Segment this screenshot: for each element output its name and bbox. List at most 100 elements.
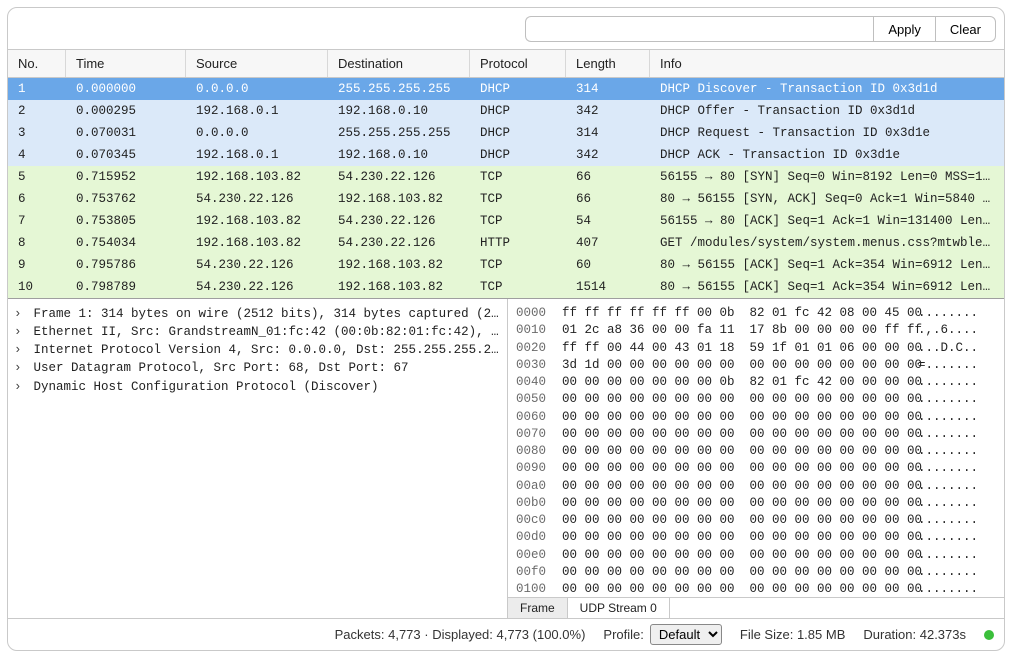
hex-row[interactable]: 00b000 00 00 00 00 00 00 00 00 00 00 00 …: [508, 495, 1004, 512]
packet-cell-time: 0.753805: [66, 210, 186, 232]
hex-ascii: ........: [906, 443, 978, 460]
packet-list: No. Time Source Destination Protocol Len…: [8, 50, 1004, 299]
packet-cell-no: 10: [8, 276, 66, 298]
hex-bytes: 00 00 00 00 00 00 00 00 00 00 00 00 00 0…: [562, 529, 906, 546]
packet-cell-src: 192.168.0.1: [186, 144, 328, 166]
tree-item-label: Internet Protocol Version 4, Src: 0.0.0.…: [26, 343, 501, 357]
packet-cell-no: 8: [8, 232, 66, 254]
packet-cell-src: 0.0.0.0: [186, 78, 328, 100]
packet-cell-src: 192.168.103.82: [186, 232, 328, 254]
col-destination[interactable]: Destination: [328, 50, 470, 77]
hex-row[interactable]: 004000 00 00 00 00 00 00 0b 82 01 fc 42 …: [508, 374, 1004, 391]
packet-details-tree[interactable]: › Frame 1: 314 bytes on wire (2512 bits)…: [8, 299, 508, 618]
hex-row[interactable]: 00303d 1d 00 00 00 00 00 00 00 00 00 00 …: [508, 357, 1004, 374]
hex-row[interactable]: 0020ff ff 00 44 00 43 01 18 59 1f 01 01 …: [508, 340, 1004, 357]
hex-dump[interactable]: 0000ff ff ff ff ff ff 00 0b 82 01 fc 42 …: [508, 299, 1004, 597]
hex-offset: 0080: [516, 443, 562, 460]
hex-row[interactable]: 00e000 00 00 00 00 00 00 00 00 00 00 00 …: [508, 547, 1004, 564]
hex-bytes: ff ff 00 44 00 43 01 18 59 1f 01 01 06 0…: [562, 340, 906, 357]
packet-cell-dst: 255.255.255.255: [328, 78, 470, 100]
status-bar: Packets: 4,773 · Displayed: 4,773 (100.0…: [8, 619, 1004, 650]
hex-row[interactable]: 007000 00 00 00 00 00 00 00 00 00 00 00 …: [508, 426, 1004, 443]
col-length[interactable]: Length: [566, 50, 650, 77]
packet-cell-proto: TCP: [470, 188, 566, 210]
chevron-right-icon[interactable]: ›: [14, 359, 26, 377]
profile-select[interactable]: Default: [650, 624, 722, 645]
chevron-right-icon[interactable]: ›: [14, 323, 26, 341]
hex-bytes: 00 00 00 00 00 00 00 00 00 00 00 00 00 0…: [562, 495, 906, 512]
hex-ascii: ........: [906, 460, 978, 477]
packet-cell-dst: 54.230.22.126: [328, 210, 470, 232]
hex-bytes: 00 00 00 00 00 00 00 00 00 00 00 00 00 0…: [562, 391, 906, 408]
packet-row[interactable]: 100.79878954.230.22.126192.168.103.82TCP…: [8, 276, 1004, 298]
hex-row[interactable]: 006000 00 00 00 00 00 00 00 00 00 00 00 …: [508, 409, 1004, 426]
tree-item[interactable]: › Internet Protocol Version 4, Src: 0.0.…: [14, 341, 501, 359]
packet-cell-info: DHCP Offer - Transaction ID 0x3d1d: [650, 100, 1004, 122]
hex-row[interactable]: 001001 2c a8 36 00 00 fa 11 17 8b 00 00 …: [508, 322, 1004, 339]
packet-cell-info: 56155 → 80 [SYN] Seq=0 Win=8192 Len=0 MS…: [650, 166, 1004, 188]
chevron-right-icon[interactable]: ›: [14, 378, 26, 396]
chevron-right-icon[interactable]: ›: [14, 341, 26, 359]
display-filter-input[interactable]: [525, 16, 873, 42]
col-protocol[interactable]: Protocol: [470, 50, 566, 77]
col-time[interactable]: Time: [66, 50, 186, 77]
packet-cell-info: 56155 → 80 [ACK] Seq=1 Ack=1 Win=131400 …: [650, 210, 1004, 232]
packet-cell-dst: 192.168.0.10: [328, 100, 470, 122]
hex-tab-udp-stream[interactable]: UDP Stream 0: [568, 598, 670, 618]
packet-row[interactable]: 70.753805192.168.103.8254.230.22.126TCP5…: [8, 210, 1004, 232]
packet-cell-proto: TCP: [470, 210, 566, 232]
clear-button[interactable]: Clear: [935, 16, 996, 42]
hex-bytes: 01 2c a8 36 00 00 fa 11 17 8b 00 00 00 0…: [562, 322, 906, 339]
col-source[interactable]: Source: [186, 50, 328, 77]
hex-offset: 0000: [516, 305, 562, 322]
apply-button[interactable]: Apply: [873, 16, 935, 42]
hex-bytes: 00 00 00 00 00 00 00 00 00 00 00 00 00 0…: [562, 512, 906, 529]
packet-row[interactable]: 80.754034192.168.103.8254.230.22.126HTTP…: [8, 232, 1004, 254]
packet-cell-src: 54.230.22.126: [186, 254, 328, 276]
packet-row[interactable]: 30.0700310.0.0.0255.255.255.255DHCP314DH…: [8, 122, 1004, 144]
hex-ascii: ........: [906, 478, 978, 495]
hex-row[interactable]: 00a000 00 00 00 00 00 00 00 00 00 00 00 …: [508, 478, 1004, 495]
packet-cell-time: 0.754034: [66, 232, 186, 254]
packet-row[interactable]: 50.715952192.168.103.8254.230.22.126TCP6…: [8, 166, 1004, 188]
hex-row[interactable]: 009000 00 00 00 00 00 00 00 00 00 00 00 …: [508, 460, 1004, 477]
packet-cell-len: 54: [566, 210, 650, 232]
packet-cell-len: 342: [566, 100, 650, 122]
chevron-right-icon[interactable]: ›: [14, 305, 26, 323]
packet-cell-info: DHCP ACK - Transaction ID 0x3d1e: [650, 144, 1004, 166]
packet-list-header: No. Time Source Destination Protocol Len…: [8, 50, 1004, 78]
hex-row[interactable]: 00f000 00 00 00 00 00 00 00 00 00 00 00 …: [508, 564, 1004, 581]
hex-row[interactable]: 008000 00 00 00 00 00 00 00 00 00 00 00 …: [508, 443, 1004, 460]
packet-cell-src: 192.168.103.82: [186, 210, 328, 232]
hex-offset: 00e0: [516, 547, 562, 564]
hex-bytes: 00 00 00 00 00 00 00 00 00 00 00 00 00 0…: [562, 443, 906, 460]
hex-offset: 0070: [516, 426, 562, 443]
hex-row[interactable]: 010000 00 00 00 00 00 00 00 00 00 00 00 …: [508, 581, 1004, 597]
tree-item[interactable]: › Frame 1: 314 bytes on wire (2512 bits)…: [14, 305, 501, 323]
hex-tab-frame[interactable]: Frame: [508, 598, 568, 618]
tree-item[interactable]: › User Datagram Protocol, Src Port: 68, …: [14, 359, 501, 377]
packet-row[interactable]: 60.75376254.230.22.126192.168.103.82TCP6…: [8, 188, 1004, 210]
packet-cell-no: 5: [8, 166, 66, 188]
tree-item[interactable]: › Ethernet II, Src: GrandstreamN_01:fc:4…: [14, 323, 501, 341]
packet-row[interactable]: 10.0000000.0.0.0255.255.255.255DHCP314DH…: [8, 78, 1004, 100]
hex-offset: 0020: [516, 340, 562, 357]
packet-row[interactable]: 40.070345192.168.0.1192.168.0.10DHCP342D…: [8, 144, 1004, 166]
packet-cell-len: 66: [566, 188, 650, 210]
hex-bytes: 00 00 00 00 00 00 00 00 00 00 00 00 00 0…: [562, 409, 906, 426]
details-split: › Frame 1: 314 bytes on wire (2512 bits)…: [8, 299, 1004, 619]
packet-cell-proto: TCP: [470, 276, 566, 298]
packet-cell-time: 0.070345: [66, 144, 186, 166]
hex-offset: 00c0: [516, 512, 562, 529]
packet-row[interactable]: 20.000295192.168.0.1192.168.0.10DHCP342D…: [8, 100, 1004, 122]
hex-offset: 0050: [516, 391, 562, 408]
col-no[interactable]: No.: [8, 50, 66, 77]
packet-row[interactable]: 90.79578654.230.22.126192.168.103.82TCP6…: [8, 254, 1004, 276]
hex-bytes: 00 00 00 00 00 00 00 00 00 00 00 00 00 0…: [562, 581, 906, 597]
hex-row[interactable]: 005000 00 00 00 00 00 00 00 00 00 00 00 …: [508, 391, 1004, 408]
col-info[interactable]: Info: [650, 50, 1004, 77]
hex-row[interactable]: 00c000 00 00 00 00 00 00 00 00 00 00 00 …: [508, 512, 1004, 529]
tree-item[interactable]: › Dynamic Host Configuration Protocol (D…: [14, 378, 501, 396]
hex-row[interactable]: 00d000 00 00 00 00 00 00 00 00 00 00 00 …: [508, 529, 1004, 546]
hex-row[interactable]: 0000ff ff ff ff ff ff 00 0b 82 01 fc 42 …: [508, 305, 1004, 322]
